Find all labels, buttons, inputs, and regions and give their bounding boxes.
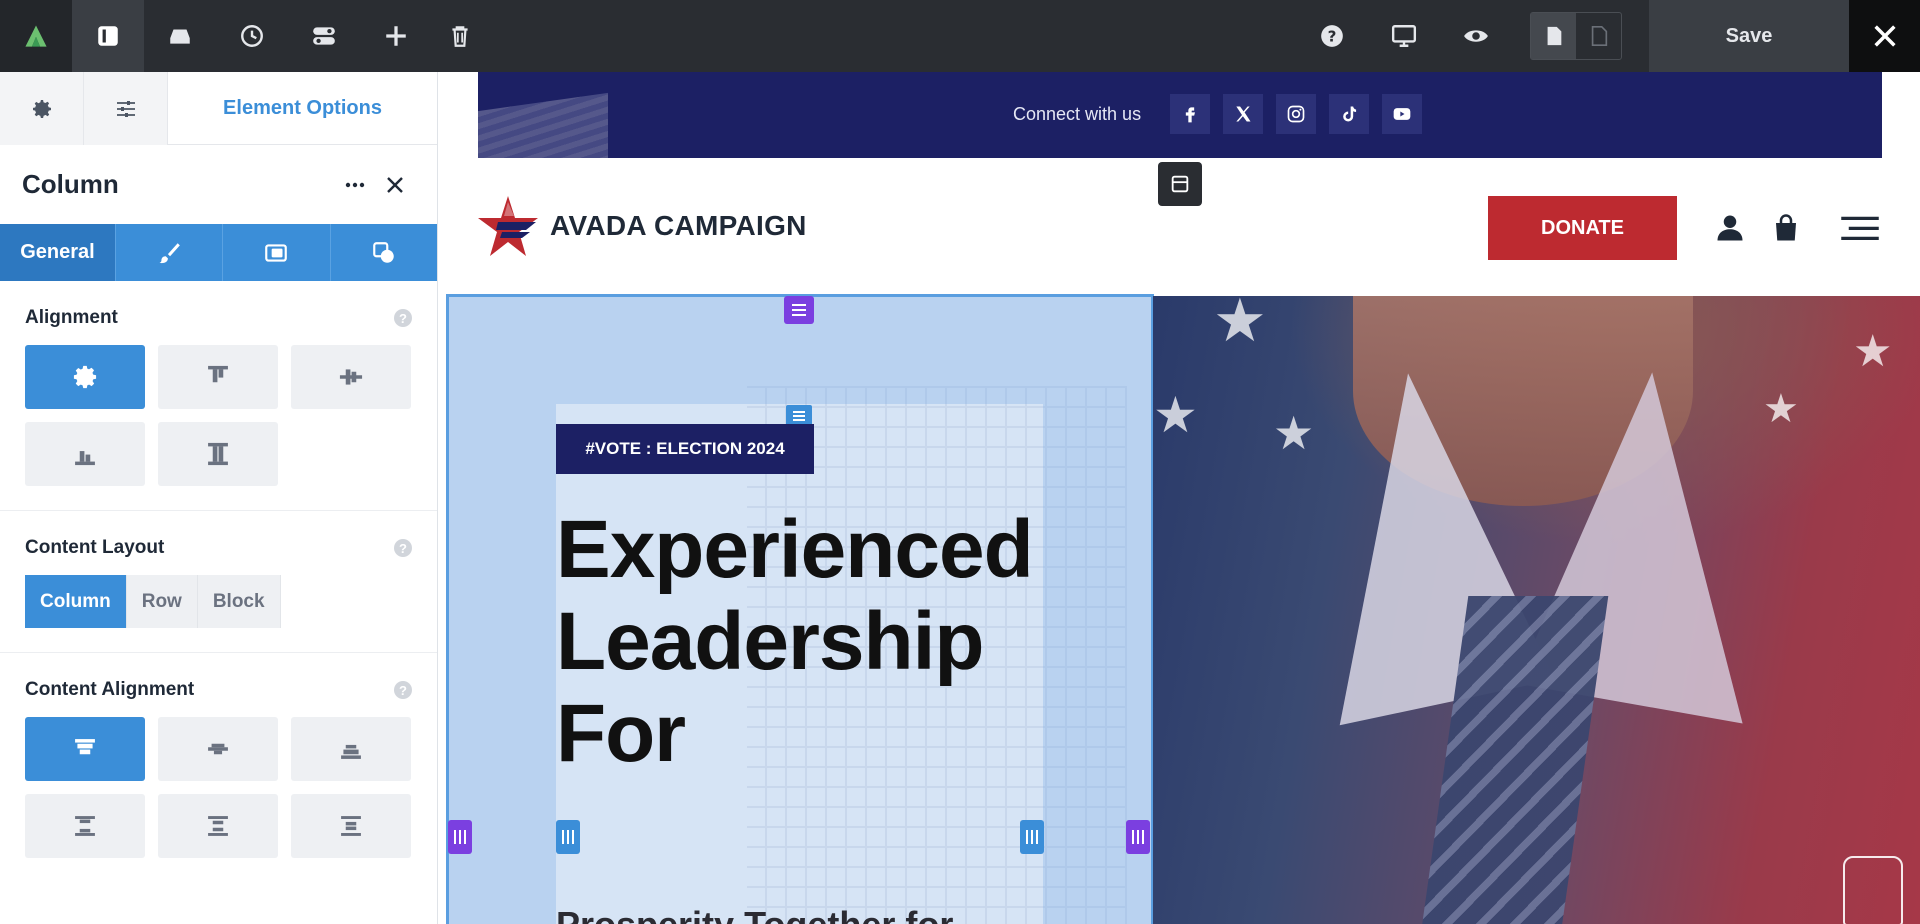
headline-line-1: Experienced (556, 504, 1034, 595)
more-options-icon[interactable] (335, 165, 375, 205)
page-outline-icon[interactable] (1576, 13, 1621, 59)
option-subtabs: General (0, 224, 437, 281)
justify-end-icon[interactable] (291, 717, 411, 781)
close-icon[interactable] (1849, 0, 1920, 72)
page-icon[interactable] (1531, 13, 1576, 59)
candidate-photo: ★ ★ ★ ★ ★ (1153, 296, 1920, 924)
space-between-icon[interactable] (25, 794, 145, 858)
help-icon[interactable]: ? (1296, 0, 1368, 72)
panel-header: Column (0, 145, 437, 224)
history-icon[interactable] (216, 0, 288, 72)
align-top-icon[interactable] (158, 345, 278, 409)
content-layout-toggle: Column Row Block (25, 575, 412, 628)
library-icon[interactable] (144, 0, 216, 72)
desktop-icon[interactable] (1368, 0, 1440, 72)
background-icon[interactable] (223, 224, 331, 281)
flag-star-icon: ★ (1153, 387, 1198, 443)
trash-icon[interactable] (424, 0, 496, 72)
align-bottom-icon[interactable] (25, 422, 145, 486)
content-layout-title: Content Layout (25, 537, 165, 558)
content-layout-section: Content Layout ? Column Row Block (0, 511, 437, 653)
star-logo-icon (478, 196, 538, 256)
tiktok-icon[interactable] (1329, 94, 1369, 134)
donate-button[interactable]: DONATE (1488, 196, 1677, 260)
align-center-icon[interactable] (291, 345, 411, 409)
headline-line-3: For (556, 688, 686, 779)
container-layout-icon[interactable] (1158, 162, 1202, 206)
space-evenly-icon[interactable] (291, 794, 411, 858)
align-default-gear-icon[interactable] (25, 345, 145, 409)
help-icon[interactable]: ? (394, 539, 412, 557)
brand-name: AVADA CAMPAIGN (550, 210, 807, 241)
user-icon[interactable] (1712, 210, 1748, 246)
flag-decoration (478, 92, 608, 158)
flag-star-icon: ★ (1853, 327, 1893, 376)
youtube-icon[interactable] (1382, 94, 1422, 134)
column-resize-right-icon[interactable] (1126, 820, 1150, 854)
close-panel-icon[interactable] (375, 165, 415, 205)
page-mode-toggle (1530, 12, 1622, 60)
column-resize-left-icon[interactable] (448, 820, 472, 854)
cart-icon[interactable] (1768, 210, 1804, 246)
tab-element-options[interactable]: Element Options (168, 72, 437, 144)
site-logo[interactable]: AVADA CAMPAIGN (478, 194, 807, 258)
content-alignment-section: Content Alignment ? (0, 653, 437, 882)
connect-label: Connect with us (1013, 104, 1142, 124)
sidebar-toggle-icon[interactable] (72, 0, 144, 72)
layout-option-column[interactable]: Column (25, 575, 127, 628)
top-social-bar: Connect with us (478, 72, 1882, 158)
column-drag-handle-icon[interactable] (784, 296, 814, 324)
justify-center-icon[interactable] (158, 717, 278, 781)
content-alignment-title: Content Alignment (25, 679, 195, 700)
extras-icon[interactable] (331, 224, 437, 281)
add-icon[interactable] (360, 0, 432, 72)
space-around-icon[interactable] (158, 794, 278, 858)
options-panel: Element Options Column General Alignment… (0, 72, 438, 924)
facebook-icon[interactable] (1170, 94, 1210, 134)
preview-icon[interactable] (1440, 0, 1512, 72)
election-tag: #VOTE : ELECTION 2024 (556, 424, 814, 474)
sliders-icon[interactable] (84, 72, 168, 145)
flag-star-icon: ★ (1213, 296, 1267, 354)
save-button[interactable]: Save (1649, 0, 1849, 72)
toggles-icon[interactable] (288, 0, 360, 72)
padding-resize-right-icon[interactable] (1020, 820, 1044, 854)
align-stretch-icon[interactable] (158, 422, 278, 486)
gear-icon[interactable] (0, 72, 84, 145)
avada-logo-icon[interactable] (0, 0, 72, 72)
panel-tabs: Element Options (0, 72, 437, 145)
thumbs-up-icon (1843, 856, 1903, 924)
justify-start-icon[interactable] (25, 717, 145, 781)
builder-toolbar: ? Save (0, 0, 1920, 72)
menu-icon[interactable] (1836, 210, 1884, 246)
instagram-icon[interactable] (1276, 94, 1316, 134)
alignment-title: Alignment (25, 307, 118, 328)
headline-line-2: Leadership (556, 596, 984, 687)
help-icon[interactable]: ? (394, 309, 412, 327)
x-icon[interactable] (1223, 94, 1263, 134)
hero-headline: Experienced Leadership For (556, 504, 1034, 780)
help-icon[interactable]: ? (394, 681, 412, 699)
panel-title: Column (22, 169, 119, 199)
preview-canvas: Connect with us AVADA CAMPAIGN DONATE #V… (438, 72, 1920, 924)
layout-option-row[interactable]: Row (126, 575, 198, 628)
layout-option-block[interactable]: Block (197, 575, 281, 628)
brush-icon[interactable] (116, 224, 224, 281)
alignment-section: Alignment ? (0, 281, 437, 511)
subtab-general[interactable]: General (0, 224, 116, 281)
padding-resize-left-icon[interactable] (556, 820, 580, 854)
hero-subline: Prosperity Together for (556, 904, 953, 924)
svg-text:?: ? (1328, 27, 1337, 45)
